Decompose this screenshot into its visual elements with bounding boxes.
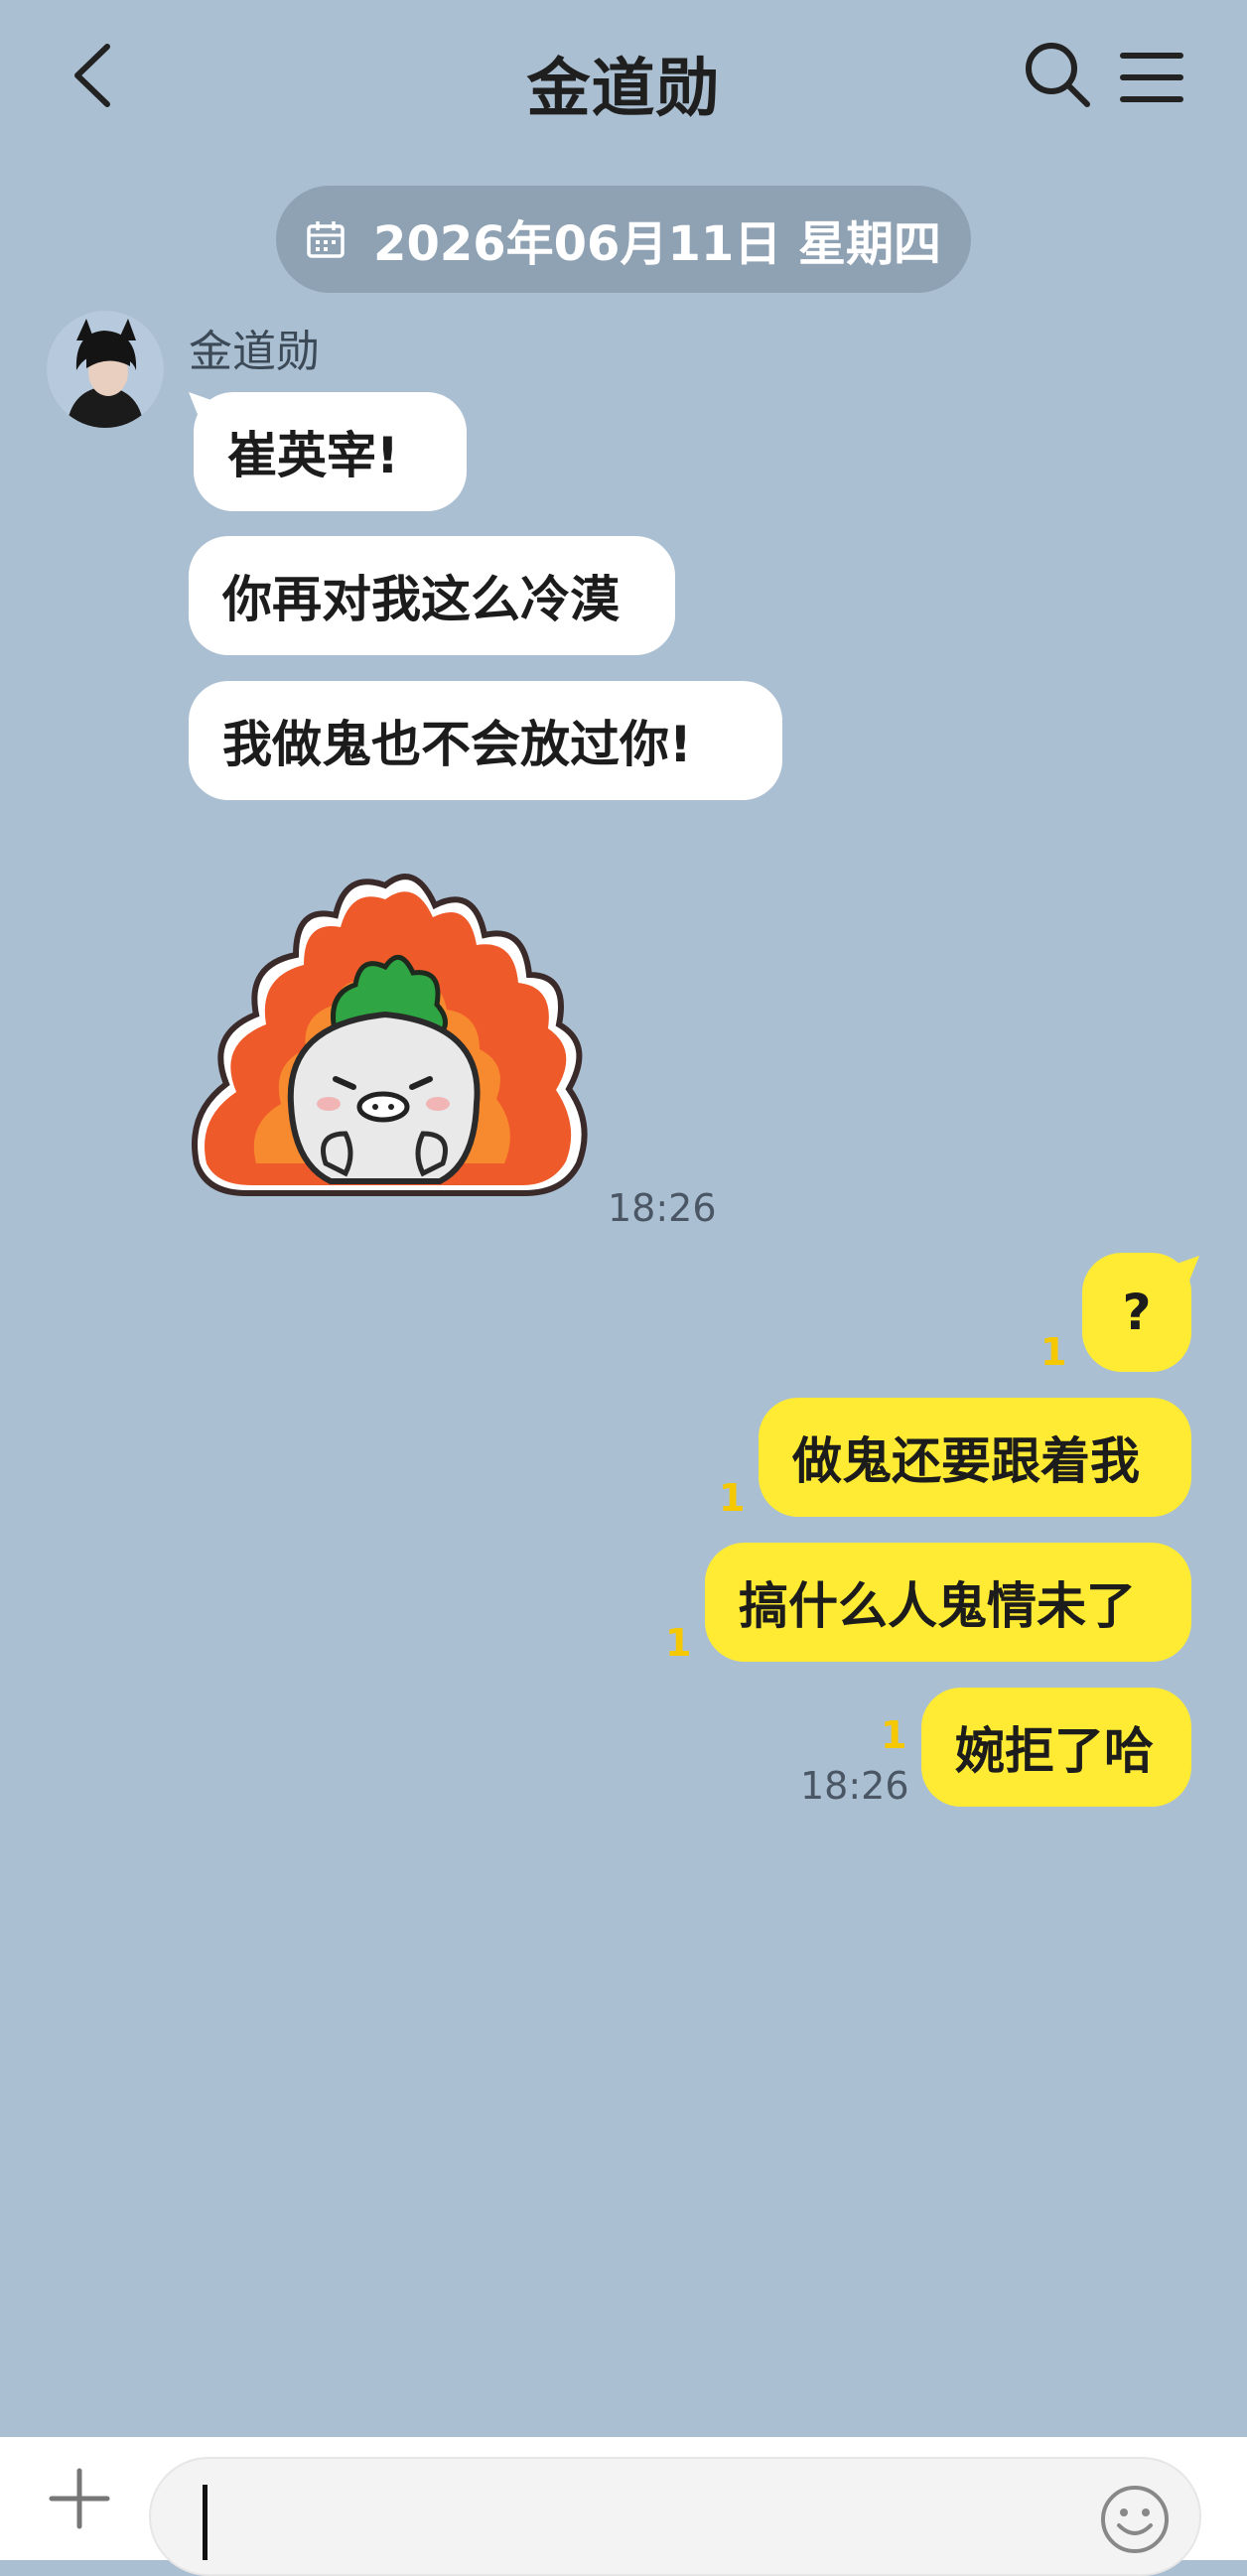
unread-count: 1 (881, 1713, 907, 1757)
chat-header: 金道勋 (0, 0, 1247, 149)
composer-bar (0, 2437, 1247, 2576)
emoji-icon (1101, 2486, 1169, 2553)
emoji-button[interactable] (1096, 2481, 1174, 2558)
date-text: 2026年06月11日 星期四 (373, 216, 941, 272)
incoming-message[interactable]: 崔英宰! (194, 392, 467, 511)
menu-button[interactable] (1112, 38, 1191, 117)
text-cursor (203, 2485, 208, 2560)
sender-name: 金道勋 (189, 327, 320, 377)
search-button[interactable] (1018, 35, 1097, 114)
outgoing-message[interactable]: 做鬼还要跟着我 (759, 1398, 1191, 1517)
unread-count: 1 (1040, 1330, 1067, 1374)
unread-count: 1 (665, 1621, 692, 1665)
unread-count: 1 (719, 1476, 746, 1520)
attach-button[interactable] (38, 2457, 121, 2540)
message-time: 18:26 (800, 1764, 909, 1808)
avatar[interactable] (47, 311, 164, 428)
outgoing-message[interactable]: ? (1082, 1253, 1191, 1372)
angry-fire-sticker[interactable] (187, 866, 594, 1198)
date-divider: 2026年06月11日 星期四 (276, 186, 971, 293)
hamburger-menu-icon (1120, 53, 1183, 102)
outgoing-message[interactable]: 婉拒了哈 (921, 1688, 1191, 1807)
message-time: 18:26 (608, 1186, 717, 1230)
calendar-icon (306, 219, 346, 259)
plus-icon (49, 2468, 110, 2529)
avatar-image (47, 311, 164, 428)
incoming-message[interactable]: 我做鬼也不会放过你! (189, 681, 782, 800)
search-icon (1026, 43, 1090, 107)
incoming-message[interactable]: 你再对我这么冷漠 (189, 536, 675, 655)
message-input[interactable] (149, 2457, 1201, 2576)
outgoing-message[interactable]: 搞什么人鬼情未了 (705, 1543, 1191, 1662)
